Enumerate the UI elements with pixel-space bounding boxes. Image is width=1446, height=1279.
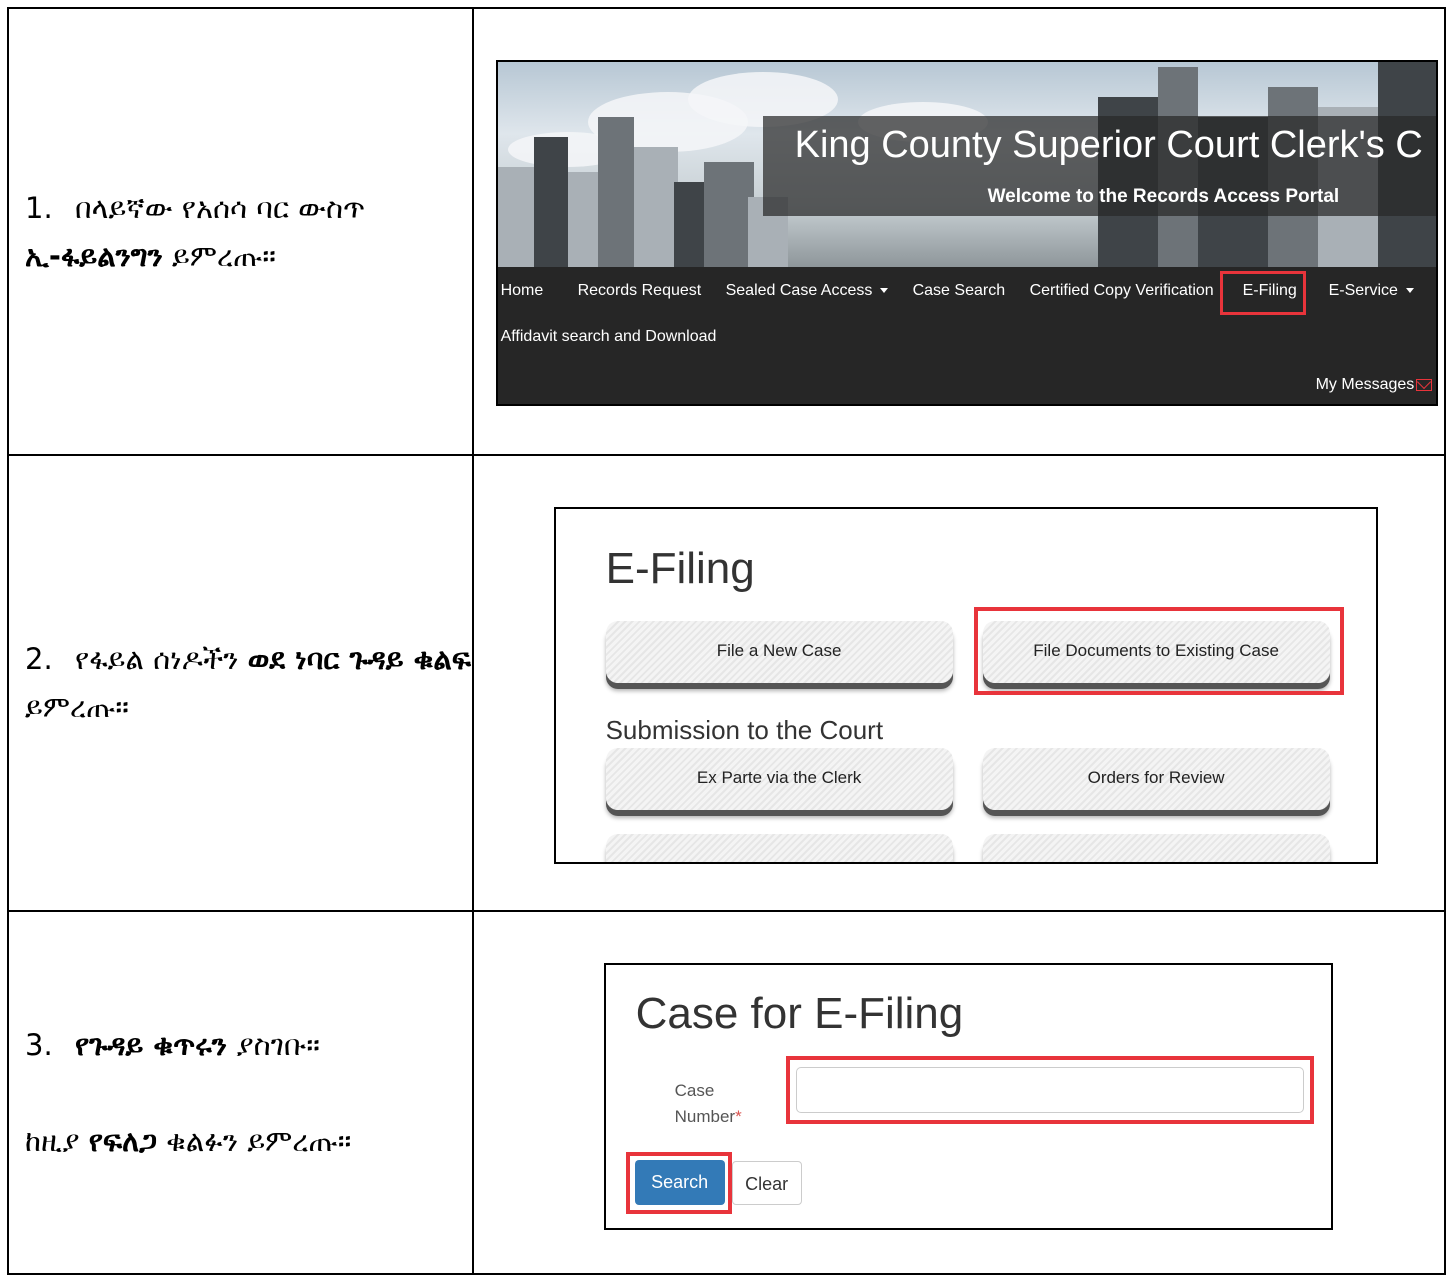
skyline-image: King County Superior Court Clerk's C Wel… [497,62,1436,267]
existing-case-highlight-box [973,607,1344,695]
step-1-text-after: ይምረጡ። [162,238,276,273]
nav-sealed-case-access[interactable]: Sealed Case Access [726,282,889,300]
step-2-instruction: 2. የፋይል ሰነዶችን ወደ ነባር ጉዳይ ቁልፍ ይምረጡ። [7,454,474,912]
case-number-label-line1: Case [674,1081,715,1100]
orders-review-button[interactable]: Orders for Review [982,748,1330,810]
step-row-2: 2. የፋይል ሰነዶችን ወደ ነባር ጉዳይ ቁልፍ ይምረጡ። E-Fili… [7,454,1446,912]
nav-home[interactable]: Home [501,282,544,300]
step-3-instruction: 3. የጉዳይ ቁጥሩን ያስገቡ። ከዚያ የፍለጋ ቁልፉን ይምረጡ። [7,910,474,1275]
nav-sealed-case-access-label: Sealed Case Access [725,282,873,299]
step-3-line2-after: ቁልፉን ይምረጡ። [156,1123,352,1158]
ex-parte-button[interactable]: Ex Parte via the Clerk [605,748,953,810]
step-2-text-after: ይምረጡ። [25,690,129,724]
step-1-screenshot-cell: King County Superior Court Clerk's C Wel… [471,7,1446,456]
nav-affidavit-search[interactable]: Affidavit search and Download [501,328,717,346]
chevron-down-icon [880,288,889,294]
step-3-line2-before: ከዚያ [25,1123,89,1158]
step-row-3: 3. የጉዳይ ቁጥሩን ያስገቡ። ከዚያ የፍለጋ ቁልፉን ይምረጡ። Ca… [7,910,1446,1275]
nav-my-messages[interactable]: My Messages [1316,376,1433,394]
step-1-text-before: በላይኛው የአሰሳ ባር ውስጥ [75,190,366,225]
clear-button[interactable]: Clear [731,1161,802,1205]
step-1-bold: ኢ-ፋይልንግን [25,238,163,273]
nav-case-search[interactable]: Case Search [913,282,1006,300]
case-for-efiling-title: Case for E-Filing [635,989,964,1038]
nav-eservice-label: E-Service [1328,282,1398,299]
submission-heading: Submission to the Court [605,715,884,745]
cut-off-tile-right[interactable] [982,834,1330,862]
case-number-label-line2: Number [674,1107,736,1126]
nav-eservice[interactable]: E-Service [1329,282,1414,300]
efiling-page: E-Filing File a New Case File Documents … [553,507,1378,864]
nav-records-request[interactable]: Records Request [578,282,702,300]
my-messages-label: My Messages [1315,376,1415,393]
main-navigation-bar: Home Records Request Sealed Case Access … [497,267,1436,404]
required-asterisk: * [735,1107,742,1126]
case-number-highlight-box [785,1056,1314,1124]
step-2-screenshot-cell: E-Filing File a New Case File Documents … [471,454,1446,912]
step-3-line2-bold: የፍለጋ [88,1123,157,1158]
site-header-banner: King County Superior Court Clerk's C Wel… [495,60,1438,406]
step-1-text: 1. በላይኛው የአሰሳ ባር ውስጥ ኢ-ፋይልንግን ይምረጡ። [25,184,472,280]
step-3-text-line1: 3. የጉዳይ ቁጥሩን ያስገቡ። [25,1021,472,1069]
step-2-text: 2. የፋይል ሰነዶችን ወደ ነባር ጉዳይ ቁልፍ ይምረጡ። [25,635,472,731]
step-2-bold: ወደ ነባር ጉዳይ ቁልፍ [247,642,471,676]
site-title: King County Superior Court Clerk's C [794,124,1423,166]
chevron-down-icon [1405,288,1414,294]
title-overlay: King County Superior Court Clerk's C Wel… [762,116,1436,216]
envelope-icon [1416,378,1433,391]
instruction-table: 1. በላይኛው የአሰሳ ባር ውስጥ ኢ-ፋይልንግን ይምረጡ። King… [7,7,1446,1275]
step-2-number: 2. [25,642,53,676]
case-number-label: Case Number* [675,1078,742,1130]
step-2-text-before: የፋይል ሰነዶችን [75,642,248,676]
efiling-title: E-Filing [605,544,755,593]
efiling-highlight-box [1219,271,1306,315]
file-new-case-button[interactable]: File a New Case [605,621,953,683]
step-3-text-after: ያስገቡ። [226,1027,320,1062]
step-3-screenshot-cell: Case for E-Filing Case Number* Search Cle… [471,910,1446,1275]
step-1-instruction: 1. በላይኛው የአሰሳ ባር ውስጥ ኢ-ፋይልንግን ይምረጡ። [7,7,474,456]
step-1-number: 1. [25,190,53,225]
case-for-efiling-page: Case for E-Filing Case Number* Search Cle… [603,963,1333,1230]
search-highlight-box [625,1152,732,1214]
nav-certified-copy-verification[interactable]: Certified Copy Verification [1030,282,1214,300]
step-3-number: 3. [25,1027,53,1062]
step-row-1: 1. በላይኛው የአሰሳ ባር ውስጥ ኢ-ፋይልንግን ይምረጡ። King… [7,7,1446,456]
cut-off-tile-left[interactable] [605,834,953,862]
step-3-text-line2: ከዚያ የፍለጋ ቁልፉን ይምረጡ። [25,1117,472,1165]
step-3-bold: የጉዳይ ቁጥሩን [75,1027,227,1062]
site-subtitle: Welcome to the Records Access Portal [987,186,1340,207]
